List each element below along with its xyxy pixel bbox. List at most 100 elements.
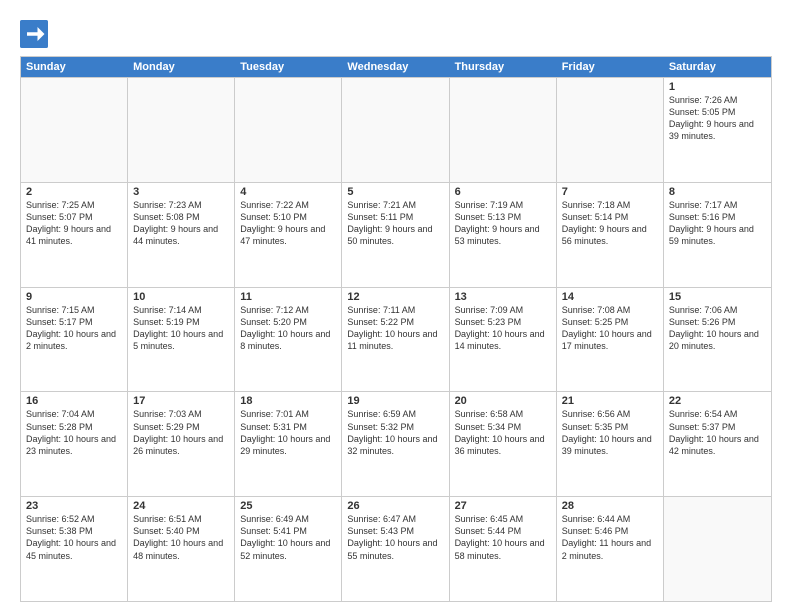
calendar-cell: 8Sunrise: 7:17 AM Sunset: 5:16 PM Daylig… xyxy=(664,183,771,287)
day-info: Sunrise: 7:18 AM Sunset: 5:14 PM Dayligh… xyxy=(562,199,658,248)
day-number: 18 xyxy=(240,395,336,407)
calendar-cell: 20Sunrise: 6:58 AM Sunset: 5:34 PM Dayli… xyxy=(450,392,557,496)
calendar-cell: 4Sunrise: 7:22 AM Sunset: 5:10 PM Daylig… xyxy=(235,183,342,287)
calendar-cell: 7Sunrise: 7:18 AM Sunset: 5:14 PM Daylig… xyxy=(557,183,664,287)
calendar-cell: 27Sunrise: 6:45 AM Sunset: 5:44 PM Dayli… xyxy=(450,497,557,601)
header-day-saturday: Saturday xyxy=(664,57,771,77)
calendar-cell: 23Sunrise: 6:52 AM Sunset: 5:38 PM Dayli… xyxy=(21,497,128,601)
day-info: Sunrise: 6:56 AM Sunset: 5:35 PM Dayligh… xyxy=(562,408,658,457)
day-number: 15 xyxy=(669,291,766,303)
day-number: 12 xyxy=(347,291,443,303)
day-number: 8 xyxy=(669,186,766,198)
day-number: 9 xyxy=(26,291,122,303)
header-day-thursday: Thursday xyxy=(450,57,557,77)
day-number: 27 xyxy=(455,500,551,512)
calendar-cell: 2Sunrise: 7:25 AM Sunset: 5:07 PM Daylig… xyxy=(21,183,128,287)
day-info: Sunrise: 7:23 AM Sunset: 5:08 PM Dayligh… xyxy=(133,199,229,248)
day-number: 26 xyxy=(347,500,443,512)
calendar-cell xyxy=(450,78,557,182)
calendar-row-0: 1Sunrise: 7:26 AM Sunset: 5:05 PM Daylig… xyxy=(21,77,771,182)
day-info: Sunrise: 7:12 AM Sunset: 5:20 PM Dayligh… xyxy=(240,304,336,353)
day-info: Sunrise: 6:44 AM Sunset: 5:46 PM Dayligh… xyxy=(562,513,658,562)
day-info: Sunrise: 7:04 AM Sunset: 5:28 PM Dayligh… xyxy=(26,408,122,457)
calendar-cell: 26Sunrise: 6:47 AM Sunset: 5:43 PM Dayli… xyxy=(342,497,449,601)
day-number: 19 xyxy=(347,395,443,407)
day-number: 11 xyxy=(240,291,336,303)
calendar-cell xyxy=(342,78,449,182)
calendar-cell xyxy=(235,78,342,182)
day-info: Sunrise: 6:58 AM Sunset: 5:34 PM Dayligh… xyxy=(455,408,551,457)
calendar-cell: 21Sunrise: 6:56 AM Sunset: 5:35 PM Dayli… xyxy=(557,392,664,496)
day-info: Sunrise: 7:21 AM Sunset: 5:11 PM Dayligh… xyxy=(347,199,443,248)
calendar-cell: 10Sunrise: 7:14 AM Sunset: 5:19 PM Dayli… xyxy=(128,288,235,392)
day-info: Sunrise: 7:08 AM Sunset: 5:25 PM Dayligh… xyxy=(562,304,658,353)
day-info: Sunrise: 7:22 AM Sunset: 5:10 PM Dayligh… xyxy=(240,199,336,248)
day-info: Sunrise: 6:47 AM Sunset: 5:43 PM Dayligh… xyxy=(347,513,443,562)
day-info: Sunrise: 7:26 AM Sunset: 5:05 PM Dayligh… xyxy=(669,94,766,143)
header-day-friday: Friday xyxy=(557,57,664,77)
calendar-cell xyxy=(128,78,235,182)
calendar-cell xyxy=(664,497,771,601)
day-info: Sunrise: 6:59 AM Sunset: 5:32 PM Dayligh… xyxy=(347,408,443,457)
day-number: 3 xyxy=(133,186,229,198)
day-info: Sunrise: 7:03 AM Sunset: 5:29 PM Dayligh… xyxy=(133,408,229,457)
header-day-sunday: Sunday xyxy=(21,57,128,77)
day-number: 23 xyxy=(26,500,122,512)
calendar-cell: 15Sunrise: 7:06 AM Sunset: 5:26 PM Dayli… xyxy=(664,288,771,392)
day-number: 6 xyxy=(455,186,551,198)
day-info: Sunrise: 7:01 AM Sunset: 5:31 PM Dayligh… xyxy=(240,408,336,457)
day-info: Sunrise: 6:54 AM Sunset: 5:37 PM Dayligh… xyxy=(669,408,766,457)
calendar-cell: 11Sunrise: 7:12 AM Sunset: 5:20 PM Dayli… xyxy=(235,288,342,392)
calendar-row-3: 16Sunrise: 7:04 AM Sunset: 5:28 PM Dayli… xyxy=(21,391,771,496)
calendar-cell: 5Sunrise: 7:21 AM Sunset: 5:11 PM Daylig… xyxy=(342,183,449,287)
day-info: Sunrise: 7:25 AM Sunset: 5:07 PM Dayligh… xyxy=(26,199,122,248)
day-info: Sunrise: 7:09 AM Sunset: 5:23 PM Dayligh… xyxy=(455,304,551,353)
calendar: SundayMondayTuesdayWednesdayThursdayFrid… xyxy=(20,56,772,602)
calendar-cell: 17Sunrise: 7:03 AM Sunset: 5:29 PM Dayli… xyxy=(128,392,235,496)
day-info: Sunrise: 6:45 AM Sunset: 5:44 PM Dayligh… xyxy=(455,513,551,562)
header xyxy=(20,16,772,48)
day-number: 25 xyxy=(240,500,336,512)
calendar-cell: 16Sunrise: 7:04 AM Sunset: 5:28 PM Dayli… xyxy=(21,392,128,496)
day-number: 21 xyxy=(562,395,658,407)
day-number: 16 xyxy=(26,395,122,407)
header-day-wednesday: Wednesday xyxy=(342,57,449,77)
day-info: Sunrise: 7:11 AM Sunset: 5:22 PM Dayligh… xyxy=(347,304,443,353)
calendar-row-4: 23Sunrise: 6:52 AM Sunset: 5:38 PM Dayli… xyxy=(21,496,771,601)
day-info: Sunrise: 6:49 AM Sunset: 5:41 PM Dayligh… xyxy=(240,513,336,562)
calendar-row-1: 2Sunrise: 7:25 AM Sunset: 5:07 PM Daylig… xyxy=(21,182,771,287)
calendar-cell: 19Sunrise: 6:59 AM Sunset: 5:32 PM Dayli… xyxy=(342,392,449,496)
calendar-cell: 12Sunrise: 7:11 AM Sunset: 5:22 PM Dayli… xyxy=(342,288,449,392)
day-info: Sunrise: 7:19 AM Sunset: 5:13 PM Dayligh… xyxy=(455,199,551,248)
day-number: 28 xyxy=(562,500,658,512)
header-day-tuesday: Tuesday xyxy=(235,57,342,77)
calendar-cell: 18Sunrise: 7:01 AM Sunset: 5:31 PM Dayli… xyxy=(235,392,342,496)
calendar-cell: 22Sunrise: 6:54 AM Sunset: 5:37 PM Dayli… xyxy=(664,392,771,496)
day-info: Sunrise: 6:51 AM Sunset: 5:40 PM Dayligh… xyxy=(133,513,229,562)
calendar-cell xyxy=(557,78,664,182)
day-number: 4 xyxy=(240,186,336,198)
day-info: Sunrise: 7:17 AM Sunset: 5:16 PM Dayligh… xyxy=(669,199,766,248)
calendar-cell: 6Sunrise: 7:19 AM Sunset: 5:13 PM Daylig… xyxy=(450,183,557,287)
calendar-header: SundayMondayTuesdayWednesdayThursdayFrid… xyxy=(21,57,771,77)
calendar-cell: 9Sunrise: 7:15 AM Sunset: 5:17 PM Daylig… xyxy=(21,288,128,392)
day-number: 7 xyxy=(562,186,658,198)
day-number: 1 xyxy=(669,81,766,93)
day-number: 22 xyxy=(669,395,766,407)
calendar-cell: 3Sunrise: 7:23 AM Sunset: 5:08 PM Daylig… xyxy=(128,183,235,287)
day-number: 17 xyxy=(133,395,229,407)
calendar-cell xyxy=(21,78,128,182)
calendar-cell: 14Sunrise: 7:08 AM Sunset: 5:25 PM Dayli… xyxy=(557,288,664,392)
calendar-cell: 24Sunrise: 6:51 AM Sunset: 5:40 PM Dayli… xyxy=(128,497,235,601)
calendar-body: 1Sunrise: 7:26 AM Sunset: 5:05 PM Daylig… xyxy=(21,77,771,601)
day-number: 24 xyxy=(133,500,229,512)
day-number: 20 xyxy=(455,395,551,407)
day-number: 2 xyxy=(26,186,122,198)
day-info: Sunrise: 6:52 AM Sunset: 5:38 PM Dayligh… xyxy=(26,513,122,562)
day-info: Sunrise: 7:06 AM Sunset: 5:26 PM Dayligh… xyxy=(669,304,766,353)
day-info: Sunrise: 7:14 AM Sunset: 5:19 PM Dayligh… xyxy=(133,304,229,353)
day-info: Sunrise: 7:15 AM Sunset: 5:17 PM Dayligh… xyxy=(26,304,122,353)
logo-icon xyxy=(20,20,48,48)
header-day-monday: Monday xyxy=(128,57,235,77)
day-number: 14 xyxy=(562,291,658,303)
